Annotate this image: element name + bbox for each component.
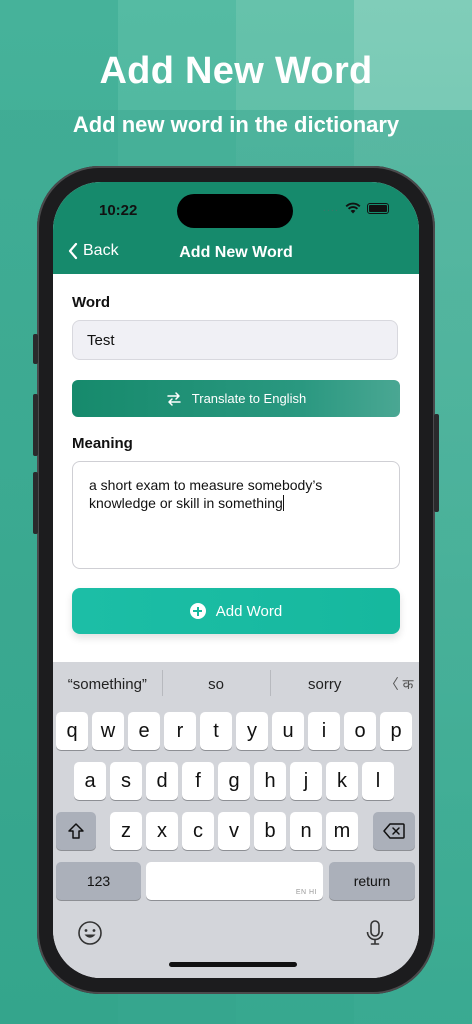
space-key[interactable]: EN HI [146, 862, 323, 900]
numbers-key[interactable]: 123 [56, 862, 141, 900]
emoji-icon [78, 921, 102, 945]
cellular-signal-icon: .... [322, 202, 339, 214]
key-row-4: 123 EN HI return [53, 862, 419, 900]
key-f[interactable]: f [182, 762, 214, 800]
key-m[interactable]: m [326, 812, 358, 850]
key-o[interactable]: o [344, 712, 376, 750]
text-cursor [282, 495, 285, 511]
return-key[interactable]: return [329, 862, 415, 900]
suggestion-item[interactable]: sorry [270, 669, 379, 696]
key-row-3: z x c v b n m [53, 812, 419, 850]
key-z[interactable]: z [110, 812, 142, 850]
nav-title: Add New Word [179, 244, 293, 261]
key-a[interactable]: a [74, 762, 106, 800]
translate-button[interactable]: Translate to English [72, 380, 400, 417]
key-q[interactable]: q [56, 712, 88, 750]
key-row-2: a s d f g h j k l [53, 762, 419, 800]
key-row-1: q w e r t y u i o p [53, 712, 419, 750]
dictation-key[interactable] [365, 919, 385, 952]
word-input[interactable]: Test [72, 320, 398, 360]
add-word-button[interactable]: Add Word [72, 588, 400, 634]
promo-subheadline: Add new word in the dictionary [72, 112, 400, 137]
key-g[interactable]: g [218, 762, 250, 800]
plus-circle-icon [189, 603, 206, 619]
key-x[interactable]: x [146, 812, 178, 850]
silent-switch [33, 334, 38, 364]
shift-arrow-icon [68, 823, 84, 839]
key-k[interactable]: k [326, 762, 358, 800]
space-language-hint: EN HI [295, 889, 317, 896]
key-l[interactable]: l [362, 762, 394, 800]
navigation-header: 10:22 .... Back Add New Word [53, 182, 419, 274]
key-w[interactable]: w [92, 712, 124, 750]
key-v[interactable]: v [218, 812, 250, 850]
key-b[interactable]: b [254, 812, 286, 850]
suggestion-item[interactable]: so [161, 669, 271, 696]
volume-up-button [33, 394, 38, 456]
shift-key[interactable] [56, 812, 96, 850]
key-c[interactable]: c [182, 812, 214, 850]
suggestion-item[interactable]: “something” [53, 676, 162, 693]
swap-arrows-icon [167, 391, 181, 406]
keyboard: “something” so sorry 〈 क q w e r t y u i… [53, 662, 419, 978]
meaning-label: Meaning [72, 435, 133, 452]
translate-label: Translate to English [191, 391, 307, 406]
language-switch[interactable]: 〈 क [379, 674, 419, 694]
key-t[interactable]: t [200, 712, 232, 750]
backspace-icon [383, 823, 405, 839]
key-j[interactable]: j [290, 762, 322, 800]
key-d[interactable]: d [146, 762, 178, 800]
add-word-form: Word Test Translate to English Meaning a… [53, 274, 419, 662]
meaning-textarea[interactable]: a short exam to measure somebody’s knowl… [72, 461, 400, 569]
key-u[interactable]: u [272, 712, 304, 750]
volume-down-button [33, 472, 38, 534]
home-indicator [169, 962, 297, 967]
delete-key[interactable] [373, 812, 415, 850]
key-r[interactable]: r [164, 712, 196, 750]
phone-screen: 10:22 .... Back Add New Word Word Test T… [53, 182, 419, 978]
status-time: 10:22 [99, 202, 138, 219]
phone-frame: 10:22 .... Back Add New Word Word Test T… [33, 166, 439, 994]
suggestion-bar: “something” so sorry 〈 क [53, 662, 419, 706]
key-h[interactable]: h [254, 762, 286, 800]
key-y[interactable]: y [236, 712, 268, 750]
status-icons: .... [323, 202, 389, 214]
wifi-icon [345, 202, 361, 214]
power-button [434, 414, 439, 512]
battery-icon [367, 202, 389, 214]
key-n[interactable]: n [290, 812, 322, 850]
add-word-label: Add Word [215, 602, 283, 620]
key-p[interactable]: p [380, 712, 412, 750]
key-s[interactable]: s [110, 762, 142, 800]
word-label: Word [72, 294, 111, 311]
promo-headline: Add New Word [99, 50, 373, 92]
meaning-text: a short exam to measure somebody’s knowl… [89, 477, 323, 511]
emoji-key[interactable] [77, 920, 103, 951]
key-e[interactable]: e [128, 712, 160, 750]
microphone-icon [366, 920, 384, 945]
key-i[interactable]: i [308, 712, 340, 750]
dynamic-island [177, 194, 293, 228]
